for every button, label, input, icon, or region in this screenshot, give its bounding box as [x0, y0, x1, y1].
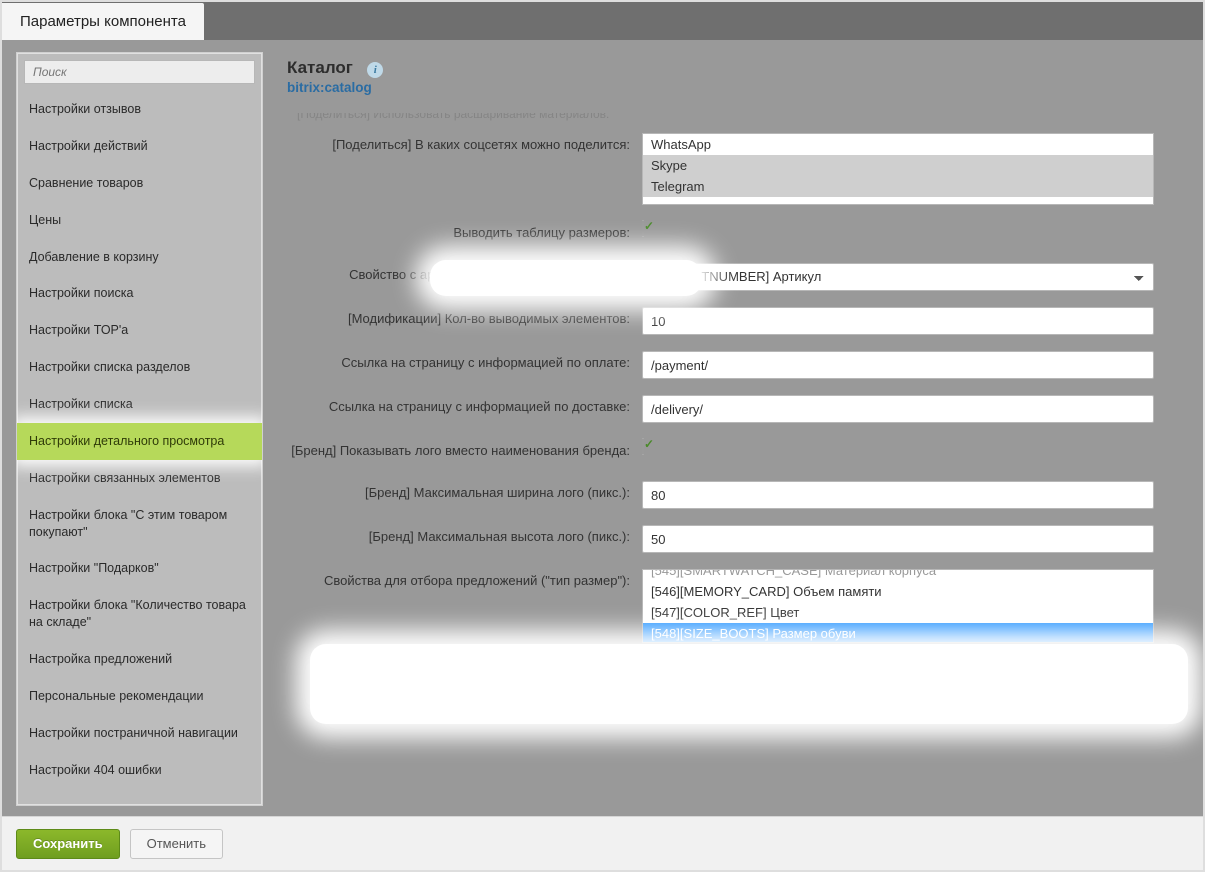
sidebar-item[interactable]: Настройки постраничной навигации	[17, 715, 262, 752]
size-table-prop-select[interactable]: [UF_SIZE_TABLE]Таблица размеров	[642, 659, 1154, 687]
sidebar-item[interactable]: Настройки блока "С этим товаром покупают…	[17, 497, 262, 551]
sidebar-item[interactable]: Персональные рекомендации	[17, 678, 262, 715]
offer-props-listbox[interactable]: [545][SMARTWATCH_CASE] Материал корпуса …	[642, 569, 1154, 643]
sidebar-item[interactable]: Настройки действий	[17, 128, 262, 165]
label: Свойства для отбора предложений ("тип ра…	[287, 567, 642, 589]
page-title: Каталог	[287, 58, 353, 77]
sidebar-item-active[interactable]: Настройки детального просмотра	[17, 423, 262, 460]
titlebar: Параметры компонента	[2, 2, 1203, 40]
brand-width-input[interactable]	[642, 481, 1154, 509]
row-delivery-link: Ссылка на страницу с информацией по дост…	[287, 393, 1179, 423]
sidebar-item[interactable]: Настройки отзывов	[17, 91, 262, 128]
content-area: Настройки отзывов Настройки действий Сра…	[2, 40, 1203, 820]
list-option-selected[interactable]: Telegram	[643, 176, 1153, 197]
list-option[interactable]: [545][SMARTWATCH_CASE] Материал корпуса	[643, 569, 1153, 581]
brand-height-input[interactable]	[642, 525, 1154, 553]
label: [Поделиться] В каких соцсетях можно поде…	[287, 131, 642, 153]
search-input[interactable]	[24, 60, 255, 84]
sidebar-item[interactable]: Настройка предложений	[17, 641, 262, 678]
label: [Бренд] Максимальная высота лого (пикс.)…	[287, 523, 642, 545]
dialog-footer: Сохранить Отменить	[2, 816, 1203, 870]
page-header: Каталог i bitrix:catalog	[287, 58, 1179, 95]
label: [Бренд] Показывать лого вместо наименова…	[287, 437, 642, 459]
row-brand-height: [Бренд] Максимальная высота лого (пикс.)…	[287, 523, 1179, 553]
sidebar-item[interactable]: Настройки блока "Количество товара на ск…	[17, 587, 262, 641]
form-area: [Поделиться] Использовать расшаривание м…	[287, 113, 1179, 773]
label: Ссылка на страницу с информацией по опла…	[287, 349, 642, 371]
row-size-table-prop: Таблица размеров (польз. свойство): [UF_…	[287, 657, 1179, 687]
row-share-use-label: [Поделиться] Использовать расшаривание м…	[287, 113, 1179, 121]
row-mod-count: [Модификации] Кол-во выводимых элементов…	[287, 305, 1179, 335]
label: Выводить таблицу размеров:	[287, 219, 642, 241]
artnumber-select[interactable]: [539][ARTNUMBER] Артикул	[642, 263, 1154, 291]
cancel-button[interactable]: Отменить	[130, 829, 223, 859]
sidebar-item[interactable]: Добавление в корзину	[17, 239, 262, 276]
sidebar-item[interactable]: Настройки 404 ошибки	[17, 752, 262, 789]
sidebar-item[interactable]: Настройки списка	[17, 386, 262, 423]
sidebar-item[interactable]: Цены	[17, 202, 262, 239]
dialog-title: Параметры компонента	[2, 3, 204, 40]
search-wrap	[17, 53, 262, 91]
label: [Модификации] Кол-во выводимых элементов…	[287, 305, 642, 327]
sidebar-item[interactable]: Настройки связанных элементов	[17, 460, 262, 497]
main-panel: Каталог i bitrix:catalog [Поделиться] Ис…	[263, 40, 1203, 820]
row-brand-logo: [Бренд] Показывать лого вместо наименова…	[287, 437, 1179, 465]
page-subtitle: bitrix:catalog	[287, 80, 383, 95]
row-payment-link: Ссылка на страницу с информацией по опла…	[287, 349, 1179, 379]
sidebar-nav[interactable]: Настройки отзывов Настройки действий Сра…	[17, 91, 262, 805]
sidebar-item[interactable]: Настройки поиска	[17, 275, 262, 312]
brand-logo-checkbox[interactable]	[642, 438, 644, 455]
sidebar-item[interactable]: Настройки "Подарков"	[17, 550, 262, 587]
list-option[interactable]: [547][COLOR_REF] Цвет	[643, 602, 1153, 623]
list-option[interactable]: [546][MEMORY_CARD] Объем памяти	[643, 581, 1153, 602]
payment-link-input[interactable]	[642, 351, 1154, 379]
sidebar-item[interactable]: Сравнение товаров	[17, 165, 262, 202]
label: Ссылка на страницу с информацией по дост…	[287, 393, 642, 415]
share-networks-listbox[interactable]: WhatsApp Skype Telegram	[642, 133, 1154, 205]
label: Свойство с артикулом торговых предложени…	[287, 261, 642, 283]
sidebar-item[interactable]: Настройки ТОР'а	[17, 312, 262, 349]
size-table-checkbox[interactable]	[642, 220, 644, 237]
label: [Бренд] Максимальная ширина лого (пикс.)…	[287, 479, 642, 501]
row-brand-width: [Бренд] Максимальная ширина лого (пикс.)…	[287, 479, 1179, 509]
row-size-table: Выводить таблицу размеров:	[287, 219, 1179, 247]
row-offer-props: Свойства для отбора предложений ("тип ра…	[287, 567, 1179, 643]
row-share-networks: [Поделиться] В каких соцсетях можно поде…	[287, 131, 1179, 205]
list-option-selected[interactable]: [548][SIZE_BOOTS] Размер обуви	[643, 623, 1153, 643]
sidebar: Настройки отзывов Настройки действий Сра…	[16, 52, 263, 806]
sidebar-item[interactable]: Настройки списка разделов	[17, 349, 262, 386]
save-button[interactable]: Сохранить	[16, 829, 120, 859]
row-artnumber: Свойство с артикулом торговых предложени…	[287, 261, 1179, 291]
dialog-frame: Параметры компонента Настройки отзывов Н…	[0, 0, 1205, 872]
label: Таблица размеров (польз. свойство):	[287, 657, 642, 679]
list-option[interactable]: WhatsApp	[643, 134, 1153, 155]
info-icon[interactable]: i	[367, 62, 383, 78]
mod-count-input[interactable]	[642, 307, 1154, 335]
delivery-link-input[interactable]	[642, 395, 1154, 423]
list-option-selected[interactable]: Skype	[643, 155, 1153, 176]
